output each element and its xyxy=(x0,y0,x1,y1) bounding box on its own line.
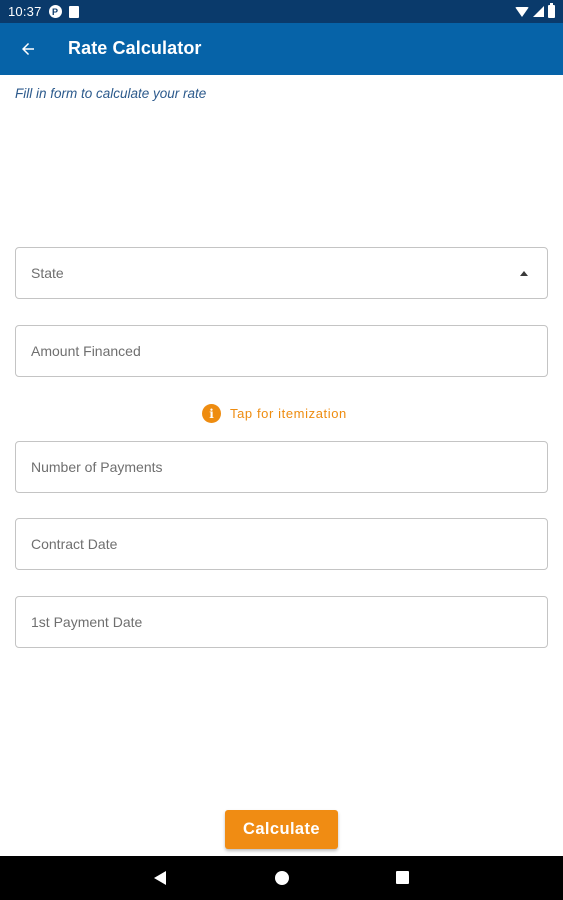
signal-icon xyxy=(533,6,544,17)
dropdown-arrow-icon xyxy=(520,271,528,276)
itemization-label: Tap for itemization xyxy=(230,406,347,421)
app-bar: Rate Calculator xyxy=(0,23,563,75)
status-right xyxy=(515,3,555,18)
status-bar: 10:37 P xyxy=(0,0,563,23)
system-nav-bar xyxy=(0,856,563,900)
contract-date-field[interactable]: Contract Date xyxy=(15,518,548,570)
sd-card-icon xyxy=(68,5,79,18)
calculate-button[interactable]: Calculate xyxy=(225,810,338,849)
itemization-link[interactable]: i Tap for itemization xyxy=(202,404,347,423)
number-of-payments-field[interactable]: Number of Payments xyxy=(15,441,548,493)
nav-back-icon[interactable] xyxy=(154,871,166,885)
amount-financed-label: Amount Financed xyxy=(31,343,141,359)
wifi-icon xyxy=(515,6,529,17)
status-left: 10:37 P xyxy=(8,4,79,19)
contract-date-label: Contract Date xyxy=(31,536,118,552)
first-payment-date-field[interactable]: 1st Payment Date xyxy=(15,596,548,648)
back-button[interactable] xyxy=(14,35,42,63)
amount-financed-field[interactable]: Amount Financed xyxy=(15,325,548,377)
number-of-payments-label: Number of Payments xyxy=(31,459,163,475)
first-payment-date-label: 1st Payment Date xyxy=(31,614,143,630)
battery-icon xyxy=(548,3,555,18)
notification-p-icon: P xyxy=(48,5,62,18)
status-time: 10:37 xyxy=(8,4,42,19)
nav-recents-icon[interactable] xyxy=(396,871,409,884)
form-instructions: Fill in form to calculate your rate xyxy=(15,86,207,101)
state-dropdown[interactable]: State xyxy=(15,247,548,299)
nav-home-icon[interactable] xyxy=(275,871,289,885)
page-title: Rate Calculator xyxy=(68,38,202,58)
state-label: State xyxy=(31,265,64,281)
arrow-back-icon xyxy=(22,43,34,55)
info-icon: i xyxy=(202,404,221,423)
